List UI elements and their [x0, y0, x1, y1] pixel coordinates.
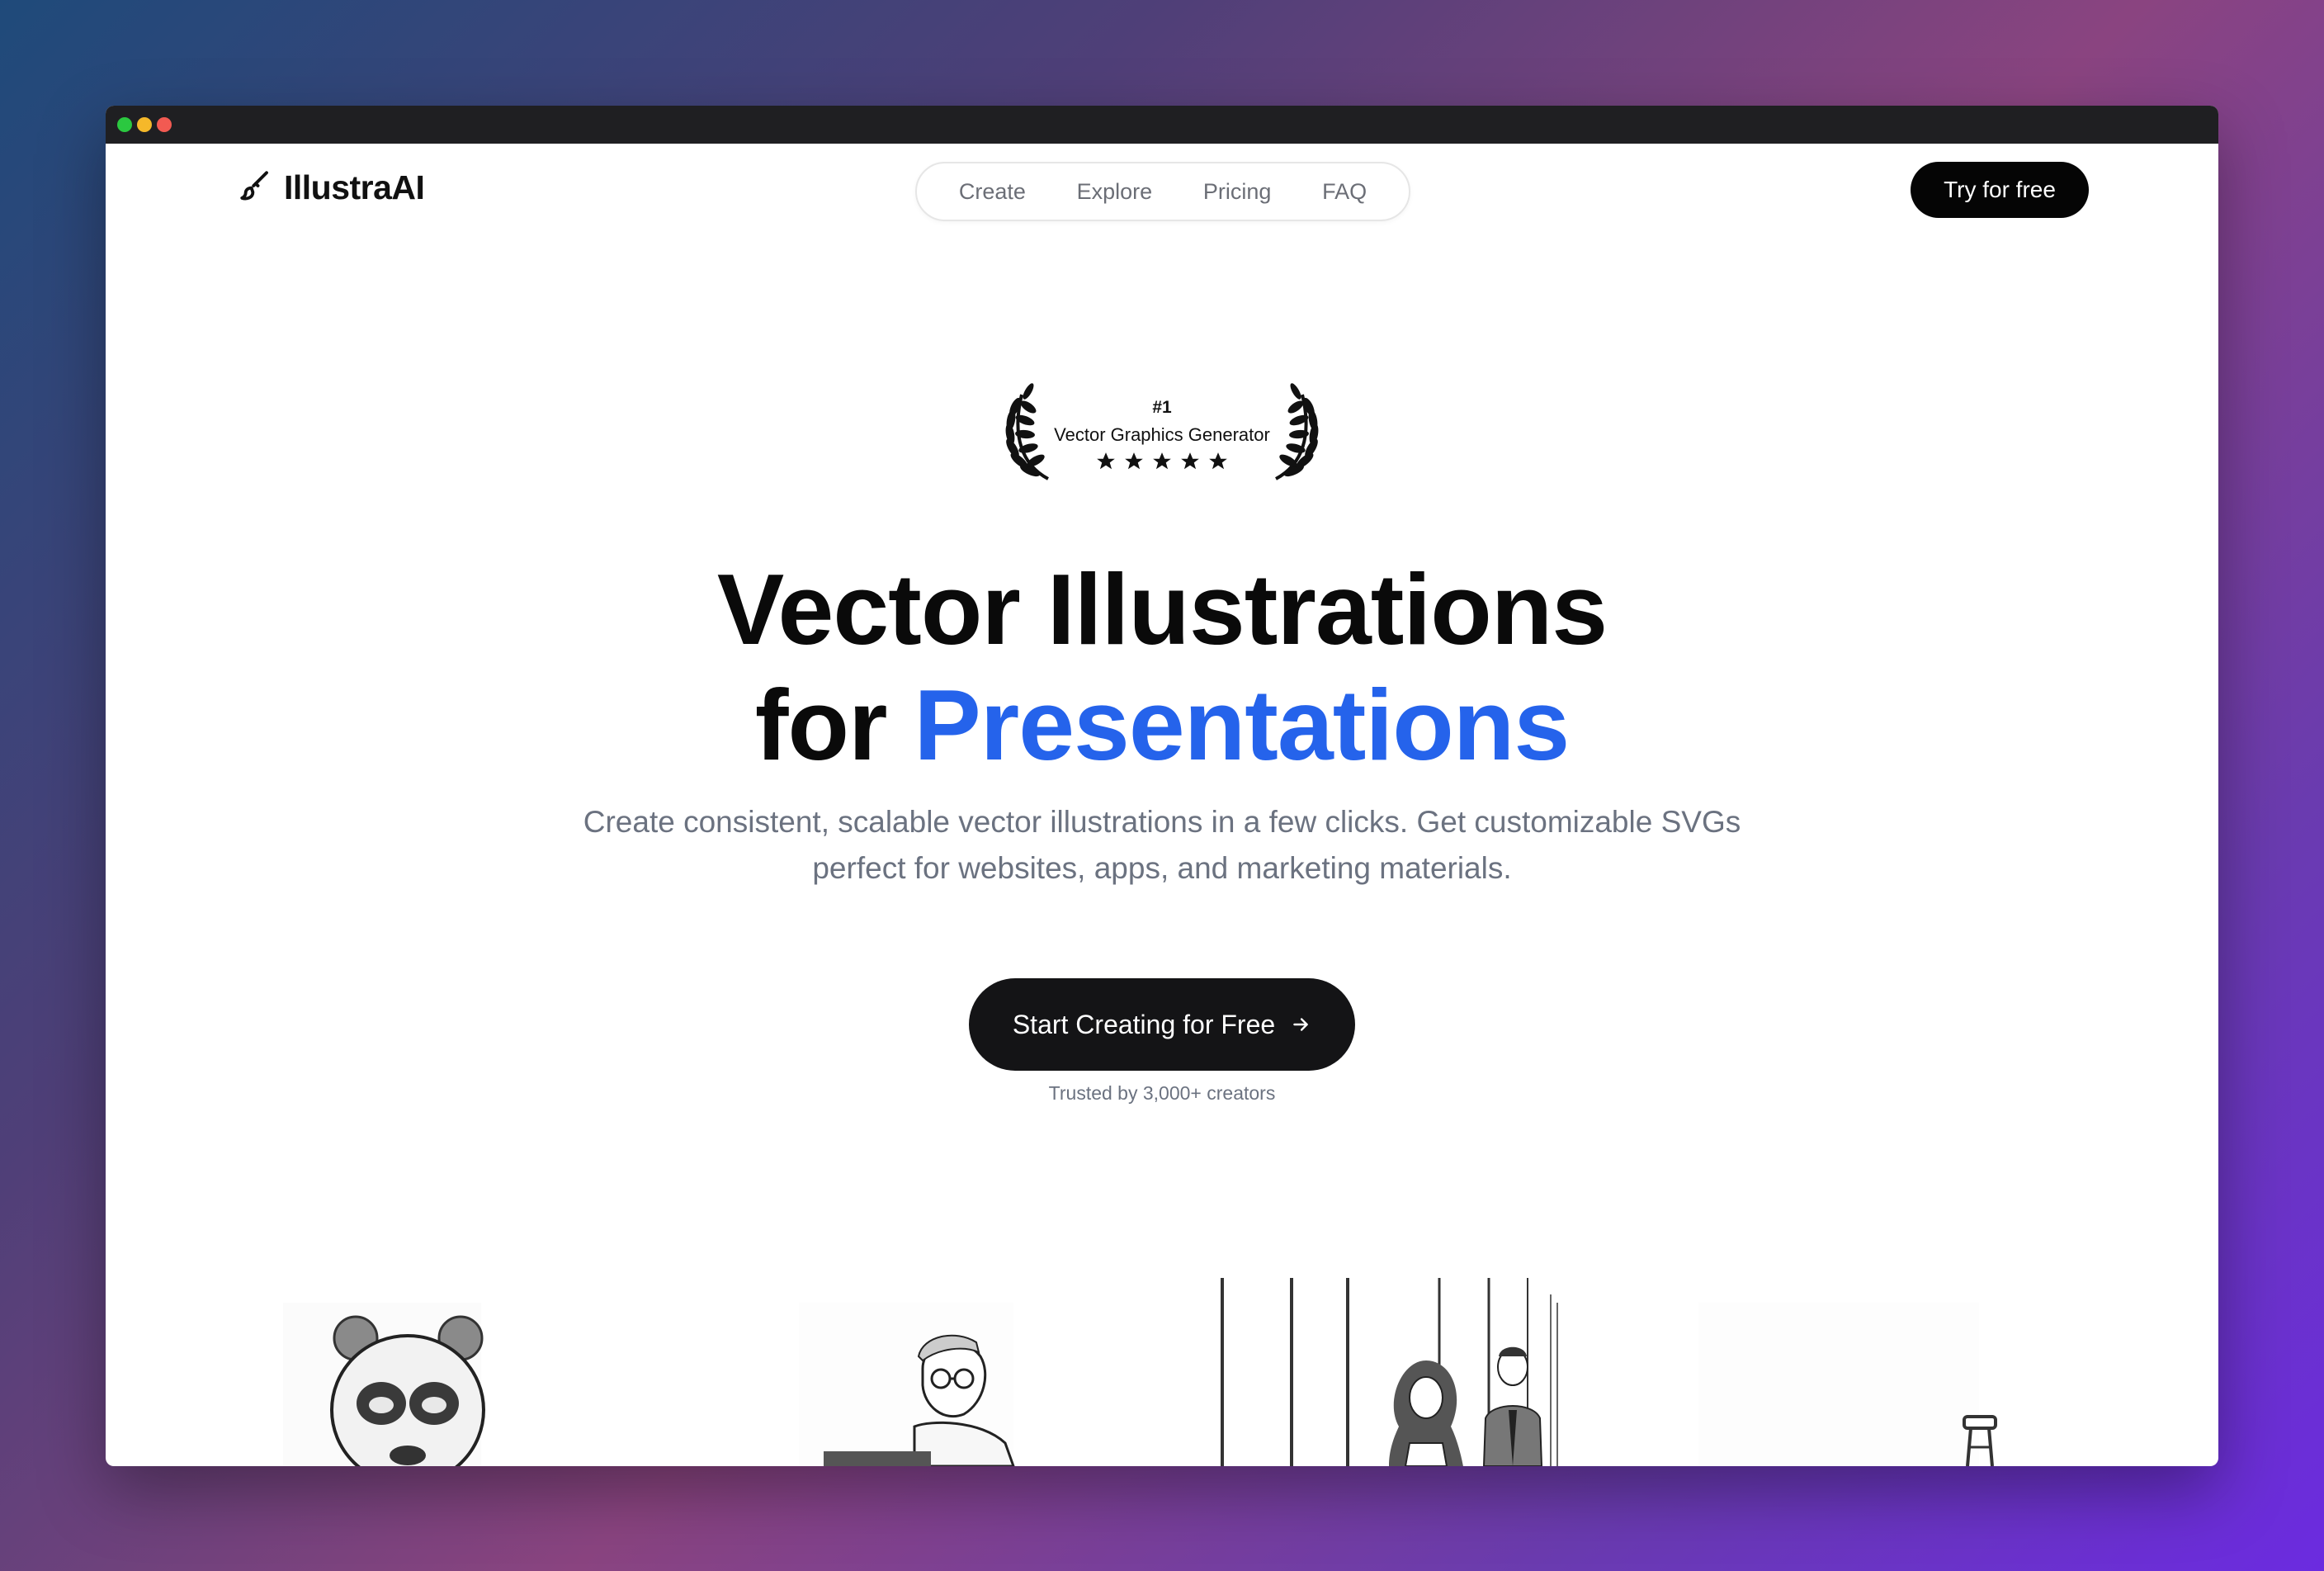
- award-badge: #1 Vector Graphics Generator: [997, 378, 1327, 494]
- brand-name: IllustraAI: [284, 168, 425, 206]
- brush-icon: [238, 168, 272, 207]
- hero-subtitle: Create consistent, scalable vector illus…: [106, 799, 2218, 892]
- hero-title-accent: Presentations: [914, 669, 1570, 781]
- nav-link-explore[interactable]: Explore: [1077, 179, 1153, 205]
- browser-window: IllustraAI Create Explore Pricing FAQ Tr…: [106, 106, 2218, 1466]
- hero-title: Vector Illustrations for Presentations: [106, 551, 2218, 783]
- office-people-illustration[interactable]: [1221, 1278, 1558, 1466]
- rating-stars: [997, 451, 1327, 472]
- nav-menu: Create Explore Pricing FAQ: [915, 162, 1410, 221]
- arrow-right-icon: [1293, 1018, 1308, 1031]
- hero-title-line1: Vector Illustrations: [716, 553, 1608, 665]
- star-icon: [1181, 452, 1199, 470]
- hero-subtitle-line2: perfect for websites, apps, and marketin…: [812, 851, 1512, 885]
- window-close-button[interactable]: [157, 117, 172, 132]
- try-for-free-button[interactable]: Try for free: [1911, 162, 2089, 218]
- start-creating-label: Start Creating for Free: [1012, 1009, 1276, 1039]
- illustration-gallery: [283, 1278, 1997, 1466]
- star-icon: [1125, 452, 1143, 470]
- hero-title-prefix: for: [754, 669, 888, 781]
- trusted-by-text: Trusted by 3,000+ creators: [1048, 1082, 1276, 1104]
- start-creating-button[interactable]: Start Creating for Free: [969, 978, 1355, 1071]
- panda-illustration[interactable]: [283, 1303, 485, 1466]
- award-title: Vector Graphics Generator: [1054, 424, 1270, 445]
- hero-subtitle-line1: Create consistent, scalable vector illus…: [583, 805, 1741, 839]
- stool-illustration[interactable]: [1698, 1303, 1997, 1466]
- award-rank: #1: [1152, 398, 1172, 417]
- nav-link-create[interactable]: Create: [959, 179, 1026, 205]
- star-icon: [1097, 452, 1115, 470]
- star-icon: [1209, 452, 1227, 470]
- top-nav: IllustraAI Create Explore Pricing FAQ Tr…: [106, 144, 2218, 234]
- brand-logo[interactable]: IllustraAI: [238, 168, 425, 207]
- window-titlebar: [106, 106, 2218, 144]
- window-maximize-button[interactable]: [117, 117, 132, 132]
- nav-link-faq[interactable]: FAQ: [1322, 179, 1367, 205]
- nav-link-pricing[interactable]: Pricing: [1203, 179, 1272, 205]
- developer-illustration[interactable]: [799, 1303, 1015, 1466]
- star-icon: [1153, 452, 1171, 470]
- window-minimize-button[interactable]: [137, 117, 152, 132]
